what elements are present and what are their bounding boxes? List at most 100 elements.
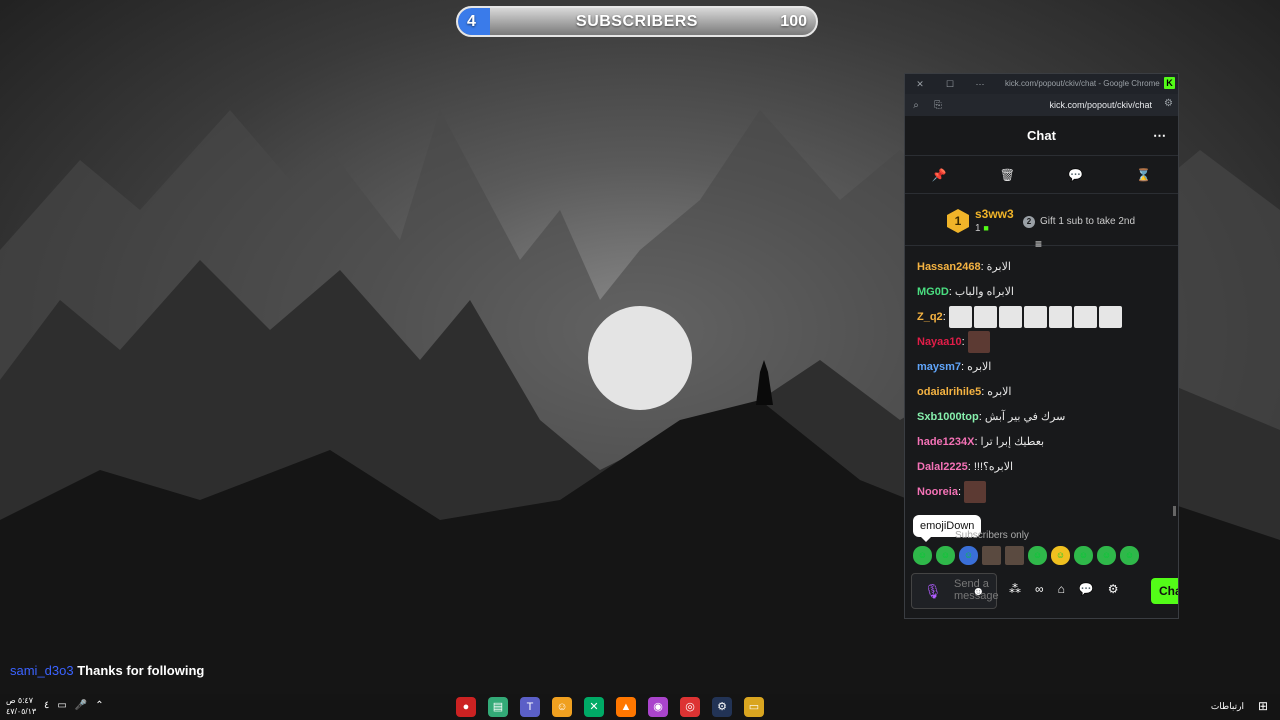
emote-icon[interactable]: ☺ [1097, 546, 1116, 565]
chat-message: MG0D: الابراه والباب [917, 279, 1166, 304]
gift-icon: ■ [983, 223, 989, 233]
leader-count: 1 ■ [975, 223, 989, 234]
emote-icon[interactable]: ☺ [959, 546, 978, 565]
message-text: الابراه والباب [954, 286, 1014, 298]
moon [588, 306, 692, 410]
message-text: بعطيك إبرا ترا [980, 436, 1045, 448]
message-separator: : [957, 485, 962, 498]
chat-username[interactable]: maysm7 [917, 361, 961, 373]
message-separator: : [948, 285, 952, 298]
chat-username[interactable]: Nooreia [917, 486, 958, 498]
chat-message: Hassan2468: الابرة [917, 254, 1166, 279]
chat-bubble-icon[interactable]: 💬 [1079, 582, 1094, 596]
chat-scrollbar[interactable] [1173, 506, 1176, 516]
notepad-icon[interactable]: ▤ [488, 697, 508, 717]
address-bar: ⌕ ⎘ kick.com/popout/ckiv/chat ⚙ [905, 94, 1178, 116]
settings-icon[interactable]: ⚙ [1108, 582, 1119, 596]
chat-username[interactable]: MG0D [917, 286, 949, 298]
emote-icon[interactable]: ☺ [1051, 546, 1070, 565]
message-separator: : [961, 335, 965, 348]
taskbar-clock[interactable]: ٥:٤٧ ص ٤٧/٠٥/١٣ [6, 695, 36, 717]
chat-actions: ⁂ ∞ ⌂ 💬 ⚙ [1009, 582, 1119, 596]
chat-bubble-icon[interactable]: 💬 [1068, 168, 1083, 182]
steam-icon[interactable]: ⚙ [712, 697, 732, 717]
subscriber-goal: 100 [780, 13, 807, 30]
emoji-icon[interactable]: ☻ [972, 584, 985, 598]
chrome-icon[interactable]: ◎ [680, 697, 700, 717]
chat-more-icon[interactable]: ⋯ [1153, 128, 1166, 144]
chat-username[interactable]: hade1234X [917, 436, 974, 448]
chat-message: hade1234X: بعطيك إبرا ترا [917, 429, 1166, 454]
message-separator: : [967, 460, 971, 473]
message-separator: : [978, 410, 982, 423]
url-text[interactable]: kick.com/popout/ckiv/chat [1049, 100, 1152, 110]
translate-icon[interactable]: ⎘ [927, 100, 949, 111]
windows-start-icon[interactable]: ⊞ [1258, 699, 1268, 713]
gift-hint: Gift 1 sub to take 2nd [1040, 216, 1136, 227]
language-indicator[interactable]: ٤ [44, 700, 49, 711]
messenger-icon[interactable]: ◉ [648, 697, 668, 717]
zoom-icon[interactable]: ⌕ [905, 100, 927, 111]
teams-icon[interactable]: T [520, 697, 540, 717]
chat-message-list: Hassan2468: الابرة MG0D: الابراه والباب Z_q2… [905, 246, 1178, 529]
subscribers-only-label: Subscribers only [955, 530, 1029, 541]
window-title: kick.com/popout/ckiv/chat - Google Chrom… [1005, 79, 1160, 88]
emote-icon[interactable]: ☺ [913, 546, 932, 565]
emote-icon[interactable] [1005, 546, 1024, 565]
chat-message: Nooreia: [917, 479, 1166, 504]
store-icon[interactable]: ⌂ [1058, 582, 1065, 596]
message-separator: : [974, 435, 978, 448]
microphone-icon[interactable]: 🎤 [75, 700, 87, 711]
system-tray: ٤ ▭ 🎤 ⌃ [44, 700, 104, 711]
mod-toolbar: 📌 🗑 💬 ⌛ [905, 156, 1178, 194]
pin-icon[interactable]: 📌 [932, 168, 947, 182]
network-label[interactable]: ارتباطات [1211, 701, 1244, 712]
message-input[interactable]: 🎙 Send a message ☻ [911, 573, 999, 609]
vlc-icon[interactable]: ▲ [616, 697, 636, 717]
emote-image [1073, 305, 1097, 328]
microphone-icon[interactable]: 🎙 [924, 583, 942, 600]
emote-icon[interactable]: ☺ [1074, 546, 1093, 565]
chat-username[interactable]: Hassan2468 [917, 261, 981, 273]
chat-message: Sxb1000top: سرك في بير آبش [917, 404, 1166, 429]
emote-icon[interactable]: ☺ [936, 546, 955, 565]
discord-icon[interactable]: ☺ [552, 697, 572, 717]
trash-icon[interactable]: 🗑 [1000, 168, 1015, 182]
share-icon[interactable]: ⁂ [1009, 582, 1021, 596]
close-icon[interactable]: ✕ [905, 79, 935, 90]
network-icon[interactable]: ▭ [57, 700, 66, 711]
taskbar: ٥:٤٧ ص ٤٧/٠٥/١٣ ٤ ▭ 🎤 ⌃ ● ▤ T ☺ ✕ ▲ ◉ ◎ … [0, 694, 1280, 720]
chat-message: Z_q2: [917, 304, 1166, 329]
hourglass-icon[interactable]: ⌛ [1136, 168, 1151, 182]
infinity-icon[interactable]: ∞ [1035, 582, 1044, 596]
chat-username[interactable]: Sxb1000top [917, 411, 979, 423]
clock-time: ٥:٤٧ ص [6, 696, 34, 705]
chat-message: odaialrihile5: الابره [917, 379, 1166, 404]
follow-alert: sami_d3o3 Thanks for following [10, 663, 204, 678]
chat-username[interactable]: Nayaa10 [917, 336, 962, 348]
obs-icon[interactable]: ● [456, 697, 476, 717]
chat-popout-window: ✕ ☐ ⋯ kick.com/popout/ckiv/chat - Google… [904, 73, 1179, 619]
maximize-icon[interactable]: ☐ [935, 79, 965, 90]
chat-username[interactable]: Dalal2225 [917, 461, 968, 473]
emote-icon[interactable]: ☺ [1028, 546, 1047, 565]
emote-icon[interactable] [982, 546, 1001, 565]
xbox-icon[interactable]: ✕ [584, 697, 604, 717]
site-settings-icon[interactable]: ⚙ [1164, 98, 1173, 109]
gift-leaderboard: 1 s3ww3 1 ■ 2 Gift 1 sub to take 2nd ≡ [905, 194, 1178, 251]
files-icon[interactable]: ▭ [744, 697, 764, 717]
chevron-up-icon[interactable]: ⌃ [95, 700, 103, 711]
chat-username[interactable]: Z_q2 [917, 311, 943, 323]
emote-icon[interactable]: ☺ [1120, 546, 1139, 565]
window-titlebar: ✕ ☐ ⋯ kick.com/popout/ckiv/chat - Google… [905, 74, 1178, 94]
emote-quick-row: ☺ ☺ ☺ ☺ ☺ ☺ ☺ ☺ [913, 546, 1139, 568]
more-icon[interactable]: ⋯ [965, 79, 995, 90]
send-chat-button[interactable]: Chat [1151, 578, 1178, 604]
chat-message: Dalal2225: !!!الابره؟ [917, 454, 1166, 479]
emote-image [1048, 305, 1072, 328]
message-separator: : [961, 360, 965, 373]
chat-username[interactable]: odaialrihile5 [917, 386, 981, 398]
emote-image [967, 330, 990, 353]
clock-date: ٤٧/٠٥/١٣ [6, 707, 37, 716]
leader-username[interactable]: s3ww3 [975, 207, 1014, 221]
